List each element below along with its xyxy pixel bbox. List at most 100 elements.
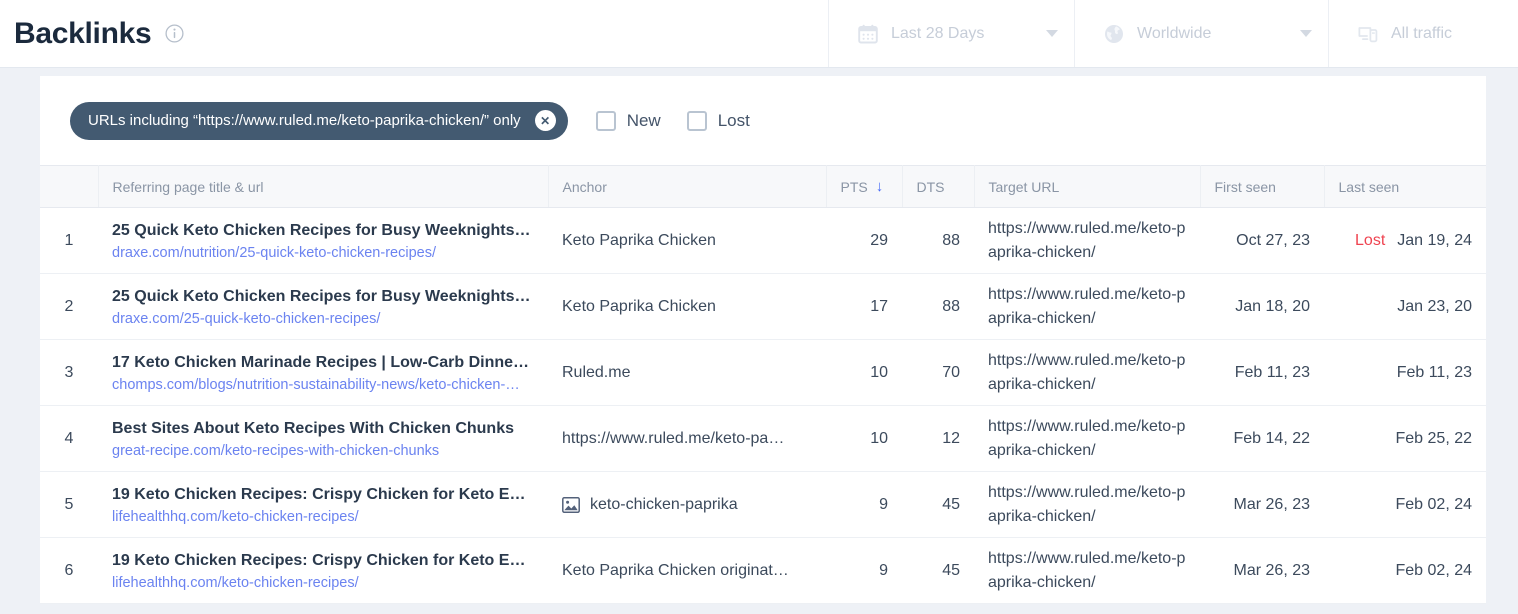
row-target-url: https://www.ruled.me/keto-paprika-chicke… (974, 340, 1200, 406)
row-referring-page: 17 Keto Chicken Marinade Recipes | Low-C… (98, 340, 548, 406)
anchor-text: Ruled.me (562, 364, 630, 382)
referring-page-url[interactable]: great-recipe.com/keto-recipes-with-chick… (112, 443, 534, 459)
checkbox-lost-box[interactable] (687, 111, 707, 131)
row-first-seen: Feb 11, 23 (1200, 340, 1324, 406)
row-first-seen: Mar 26, 23 (1200, 538, 1324, 604)
row-first-seen: Jan 18, 20 (1200, 274, 1324, 340)
backlinks-table: Referring page title & url Anchor PTS ↓ … (40, 165, 1486, 604)
referring-page-url[interactable]: lifehealthhq.com/keto-chicken-recipes/ (112, 575, 534, 591)
referring-page-url[interactable]: chomps.com/blogs/nutrition-sustainabilit… (112, 377, 534, 393)
url-filter-chip-label: URLs including “https://www.ruled.me/ket… (88, 112, 521, 129)
country-selector[interactable]: Worldwide (1074, 0, 1328, 67)
referring-page-title[interactable]: 19 Keto Chicken Recipes: Crispy Chicken … (112, 484, 534, 506)
country-label: Worldwide (1137, 25, 1274, 43)
row-pts: 10 (826, 340, 902, 406)
row-last-seen: LostJan 19, 24 (1324, 208, 1486, 274)
row-dts: 88 (902, 208, 974, 274)
date-range-label: Last 28 Days (891, 25, 1020, 43)
referring-page-title[interactable]: Best Sites About Keto Recipes With Chick… (112, 418, 534, 440)
filter-bar: URLs including “https://www.ruled.me/ket… (40, 76, 1486, 165)
last-seen-date: Jan 19, 24 (1397, 232, 1472, 249)
close-icon[interactable]: ✕ (535, 110, 556, 131)
filter-checkbox-lost[interactable]: Lost (687, 111, 750, 131)
table-row[interactable]: 2 25 Quick Keto Chicken Recipes for Busy… (40, 274, 1486, 340)
image-icon (562, 497, 580, 513)
row-last-seen: Feb 11, 23 (1324, 340, 1486, 406)
table-row[interactable]: 3 17 Keto Chicken Marinade Recipes | Low… (40, 340, 1486, 406)
column-header-pts[interactable]: PTS ↓ (826, 166, 902, 208)
row-pts: 17 (826, 274, 902, 340)
row-referring-page: 19 Keto Chicken Recipes: Crispy Chicken … (98, 472, 548, 538)
row-referring-page: 19 Keto Chicken Recipes: Crispy Chicken … (98, 538, 548, 604)
row-first-seen: Feb 14, 22 (1200, 406, 1324, 472)
row-target-url: https://www.ruled.me/keto-paprika-chicke… (974, 472, 1200, 538)
row-anchor: Keto Paprika Chicken (548, 208, 826, 274)
row-dts: 70 (902, 340, 974, 406)
last-seen-date: Feb 02, 24 (1396, 496, 1473, 513)
table-row[interactable]: 4 Best Sites About Keto Recipes With Chi… (40, 406, 1486, 472)
referring-page-title[interactable]: 25 Quick Keto Chicken Recipes for Busy W… (112, 286, 534, 308)
anchor-text: https://www.ruled.me/keto-pa… (562, 430, 784, 448)
column-header-target-url[interactable]: Target URL (974, 166, 1200, 208)
table-header: Referring page title & url Anchor PTS ↓ … (40, 166, 1486, 208)
row-last-seen: Jan 23, 20 (1324, 274, 1486, 340)
row-target-url: https://www.ruled.me/keto-paprika-chicke… (974, 208, 1200, 274)
row-index: 2 (40, 274, 98, 340)
column-header-last-seen[interactable]: Last seen (1324, 166, 1486, 208)
table-row[interactable]: 5 19 Keto Chicken Recipes: Crispy Chicke… (40, 472, 1486, 538)
row-index: 3 (40, 340, 98, 406)
table-row[interactable]: 1 25 Quick Keto Chicken Recipes for Busy… (40, 208, 1486, 274)
backlinks-card: URLs including “https://www.ruled.me/ket… (40, 76, 1486, 604)
column-header-anchor[interactable]: Anchor (548, 166, 826, 208)
row-index: 4 (40, 406, 98, 472)
page-header: Backlinks (0, 0, 1518, 68)
date-range-selector[interactable]: Last 28 Days (828, 0, 1074, 67)
referring-page-url[interactable]: draxe.com/nutrition/25-quick-keto-chicke… (112, 245, 534, 261)
referring-page-title[interactable]: 17 Keto Chicken Marinade Recipes | Low-C… (112, 352, 534, 374)
anchor-text: keto-chicken-paprika (590, 496, 738, 514)
row-referring-page: Best Sites About Keto Recipes With Chick… (98, 406, 548, 472)
checkbox-new-box[interactable] (596, 111, 616, 131)
column-header-dts[interactable]: DTS (902, 166, 974, 208)
row-index: 1 (40, 208, 98, 274)
row-anchor: https://www.ruled.me/keto-pa… (548, 406, 826, 472)
table-header-row: Referring page title & url Anchor PTS ↓ … (40, 166, 1486, 208)
last-seen-date: Feb 25, 22 (1396, 430, 1473, 447)
url-filter-chip[interactable]: URLs including “https://www.ruled.me/ket… (70, 102, 568, 140)
traffic-label: All traffic (1391, 25, 1502, 43)
row-last-seen: Feb 02, 24 (1324, 472, 1486, 538)
referring-page-title[interactable]: 25 Quick Keto Chicken Recipes for Busy W… (112, 220, 534, 242)
title-zone: Backlinks (0, 0, 828, 67)
row-referring-page: 25 Quick Keto Chicken Recipes for Busy W… (98, 274, 548, 340)
calendar-icon (857, 23, 879, 45)
row-anchor: Keto Paprika Chicken originat… (548, 538, 826, 604)
filter-checkbox-new[interactable]: New (596, 111, 661, 131)
column-header-index (40, 166, 98, 208)
checkbox-new-label: New (627, 111, 661, 131)
row-referring-page: 25 Quick Keto Chicken Recipes for Busy W… (98, 208, 548, 274)
row-dts: 12 (902, 406, 974, 472)
devices-icon (1357, 23, 1379, 45)
last-seen-date: Feb 11, 23 (1397, 364, 1472, 381)
table-body: 1 25 Quick Keto Chicken Recipes for Busy… (40, 208, 1486, 604)
info-icon[interactable] (165, 24, 184, 43)
anchor-text: Keto Paprika Chicken originat… (562, 562, 789, 580)
row-anchor: keto-chicken-paprika (548, 472, 826, 538)
status-filter-group: New Lost (596, 111, 776, 131)
row-dts: 88 (902, 274, 974, 340)
referring-page-url[interactable]: draxe.com/25-quick-keto-chicken-recipes/ (112, 311, 534, 327)
referring-page-title[interactable]: 19 Keto Chicken Recipes: Crispy Chicken … (112, 550, 534, 572)
table-row[interactable]: 6 19 Keto Chicken Recipes: Crispy Chicke… (40, 538, 1486, 604)
chevron-down-icon[interactable] (1300, 30, 1312, 37)
column-header-pts-label: PTS (841, 179, 868, 195)
row-last-seen: Feb 25, 22 (1324, 406, 1486, 472)
row-dts: 45 (902, 472, 974, 538)
row-target-url: https://www.ruled.me/keto-paprika-chicke… (974, 406, 1200, 472)
referring-page-url[interactable]: lifehealthhq.com/keto-chicken-recipes/ (112, 509, 534, 525)
sort-descending-icon[interactable]: ↓ (876, 179, 884, 194)
column-header-first-seen[interactable]: First seen (1200, 166, 1324, 208)
chevron-down-icon[interactable] (1046, 30, 1058, 37)
column-header-referring-page[interactable]: Referring page title & url (98, 166, 548, 208)
row-pts: 29 (826, 208, 902, 274)
traffic-selector[interactable]: All traffic (1328, 0, 1518, 67)
